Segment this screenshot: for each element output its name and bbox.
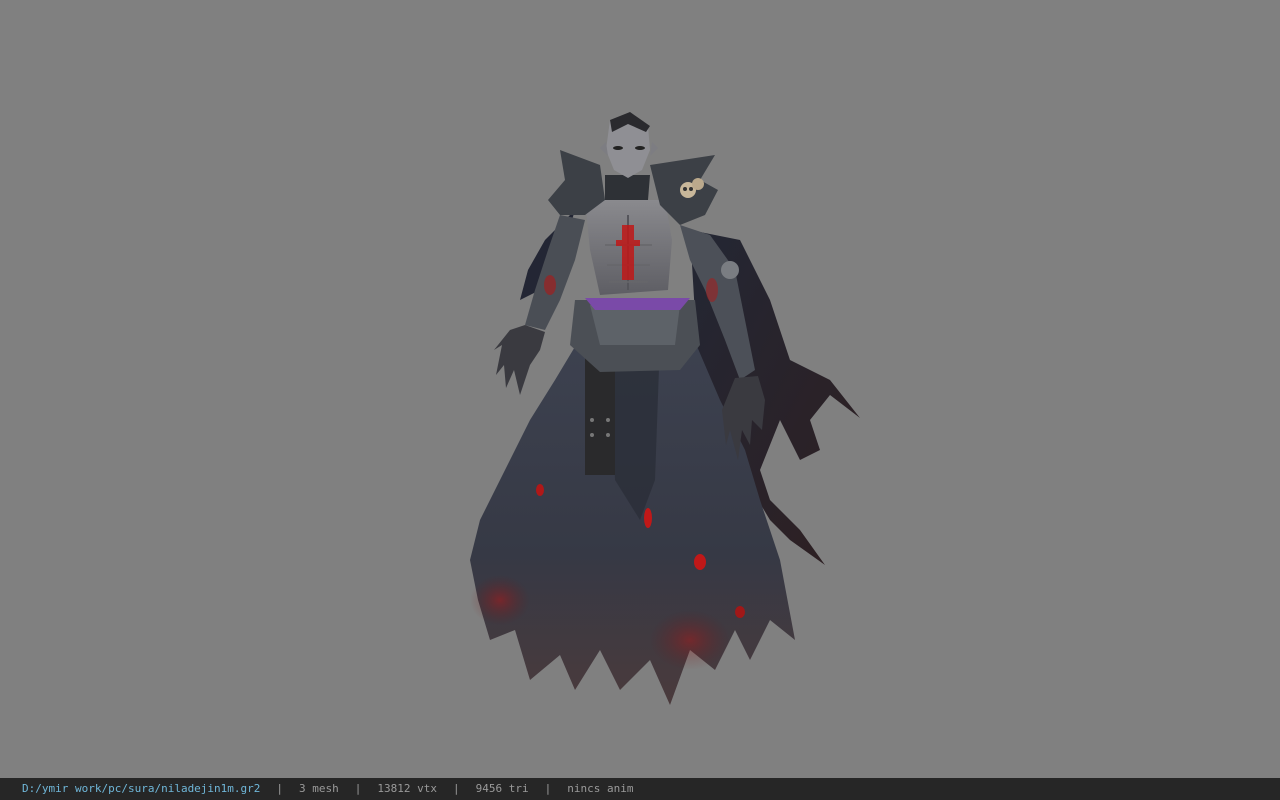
status-separator: | bbox=[544, 782, 552, 795]
vertex-count: 13812 vtx bbox=[377, 782, 438, 795]
animation-status: nincs anim bbox=[567, 782, 634, 795]
model-viewport[interactable] bbox=[0, 0, 1280, 778]
mesh-count: 3 mesh bbox=[299, 782, 339, 795]
left-pauldron bbox=[548, 150, 605, 215]
triangle-count: 9456 tri bbox=[475, 782, 529, 795]
collar bbox=[605, 175, 650, 200]
file-path: D:/ymir work/pc/sura/niladejin1m.gr2 bbox=[22, 782, 261, 795]
status-bar: D:/ymir work/pc/sura/niladejin1m.gr2 | 3… bbox=[0, 778, 1280, 800]
left-claw bbox=[494, 325, 545, 395]
status-separator: | bbox=[453, 782, 460, 795]
status-separator: | bbox=[354, 782, 362, 795]
status-separator: | bbox=[276, 782, 284, 795]
character-model[interactable] bbox=[0, 0, 1280, 778]
